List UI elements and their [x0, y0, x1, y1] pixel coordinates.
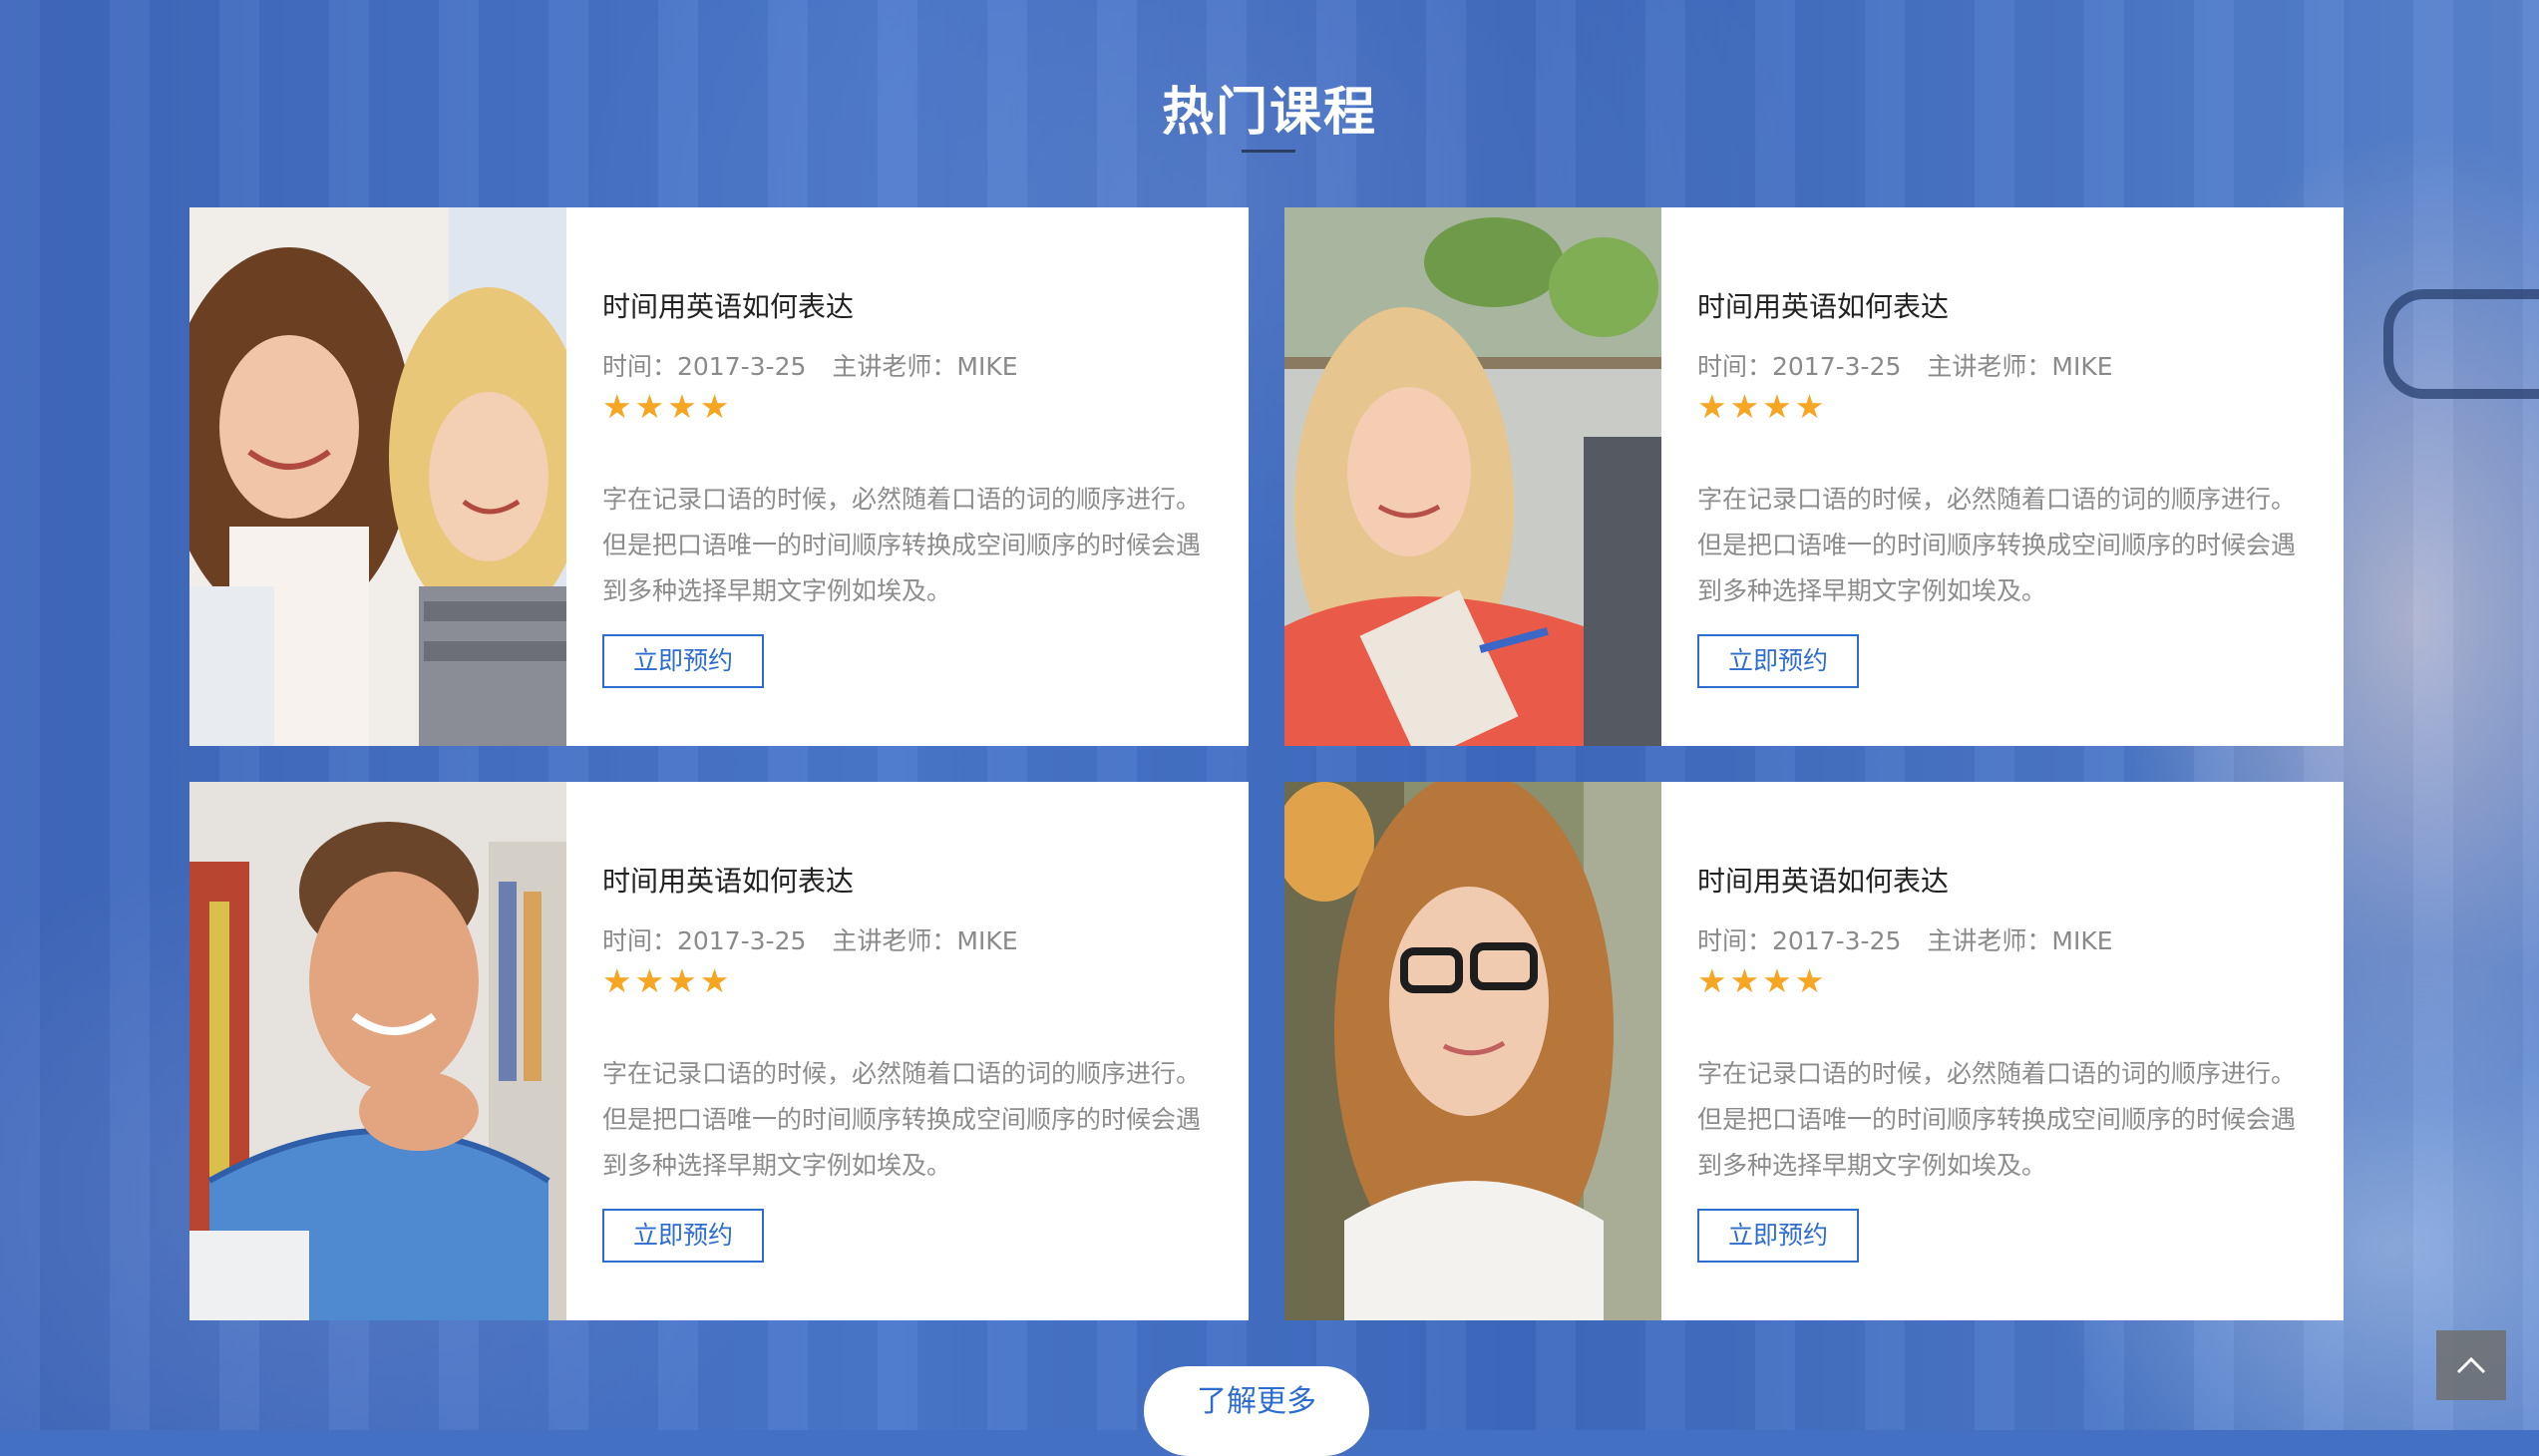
- star-rating-icons: ★★★★: [602, 961, 733, 1000]
- book-now-button[interactable]: 立即预约: [602, 634, 764, 688]
- course-time: 时间：2017-3-25: [602, 926, 807, 955]
- course-teacher: 主讲老师：MIKE: [1927, 352, 2113, 381]
- book-now-button[interactable]: 立即预约: [602, 1209, 764, 1263]
- course-card: 时间用英语如何表达 时间：2017-3-25 主讲老师：MIKE ★★★★ 字在记…: [189, 207, 1249, 746]
- course-info: 时间用英语如何表达 时间：2017-3-25 主讲老师：MIKE ★★★★ 字在记…: [1697, 782, 2316, 1320]
- course-photo: [189, 782, 566, 1320]
- course-meta: 时间：2017-3-25 主讲老师：MIKE: [1697, 347, 2113, 383]
- course-time: 时间：2017-3-25: [1697, 926, 1902, 955]
- course-title: 时间用英语如何表达: [1697, 865, 1950, 898]
- course-info: 时间用英语如何表达 时间：2017-3-25 主讲老师：MIKE ★★★★ 字在记…: [602, 782, 1221, 1320]
- course-photo: [189, 207, 566, 746]
- course-photo: [1284, 782, 1661, 1320]
- course-photo: [1284, 207, 1661, 746]
- course-title: 时间用英语如何表达: [602, 290, 855, 323]
- course-description: 字在记录口语的时候，必然随着口语的词的顺序进行。但是把口语唯一的时间顺序转换成空…: [602, 1059, 1202, 1180]
- section-title: 热门课程: [1161, 83, 1377, 143]
- course-meta: 时间：2017-3-25 主讲老师：MIKE: [1697, 921, 2113, 957]
- two-female-students-photo: [189, 207, 566, 746]
- course-teacher: 主讲老师：MIKE: [832, 926, 1018, 955]
- course-title: 时间用英语如何表达: [1697, 290, 1950, 323]
- course-card: 时间用英语如何表达 时间：2017-3-25 主讲老师：MIKE ★★★★ 字在记…: [189, 782, 1249, 1320]
- course-description: 字在记录口语的时候，必然随着口语的词的顺序进行。但是把口语唯一的时间顺序转换成空…: [1697, 1059, 2297, 1180]
- book-now-button[interactable]: 立即预约: [1697, 634, 1859, 688]
- woman-writing-photo: [1284, 207, 1661, 746]
- star-rating-icons: ★★★★: [1697, 961, 1828, 1000]
- course-card: 时间用英语如何表达 时间：2017-3-25 主讲老师：MIKE ★★★★ 字在记…: [1284, 782, 2344, 1320]
- course-card: 时间用英语如何表达 时间：2017-3-25 主讲老师：MIKE ★★★★ 字在记…: [1284, 207, 2344, 746]
- title-underline: [1242, 150, 1295, 153]
- course-info: 时间用英语如何表达 时间：2017-3-25 主讲老师：MIKE ★★★★ 字在记…: [602, 207, 1221, 746]
- course-teacher: 主讲老师：MIKE: [832, 352, 1018, 381]
- woman-with-glasses-photo: [1284, 782, 1661, 1320]
- back-to-top-button[interactable]: [2436, 1330, 2506, 1400]
- course-description: 字在记录口语的时候，必然随着口语的词的顺序进行。但是把口语唯一的时间顺序转换成空…: [1697, 485, 2297, 605]
- course-meta: 时间：2017-3-25 主讲老师：MIKE: [602, 921, 1018, 957]
- star-rating-icons: ★★★★: [1697, 387, 1828, 426]
- course-description: 字在记录口语的时候，必然随着口语的词的顺序进行。但是把口语唯一的时间顺序转换成空…: [602, 485, 1202, 605]
- course-meta: 时间：2017-3-25 主讲老师：MIKE: [602, 347, 1018, 383]
- learn-more-button[interactable]: 了解更多: [1144, 1366, 1369, 1456]
- course-teacher: 主讲老师：MIKE: [1927, 926, 2113, 955]
- smiling-man-photo: [189, 782, 566, 1320]
- course-info: 时间用英语如何表达 时间：2017-3-25 主讲老师：MIKE ★★★★ 字在记…: [1697, 207, 2316, 746]
- course-time: 时间：2017-3-25: [602, 352, 807, 381]
- course-time: 时间：2017-3-25: [1697, 352, 1902, 381]
- chevron-up-icon: [2456, 1356, 2486, 1374]
- book-now-button[interactable]: 立即预约: [1697, 1209, 1859, 1263]
- course-title: 时间用英语如何表达: [602, 865, 855, 898]
- star-rating-icons: ★★★★: [602, 387, 733, 426]
- background-glasses-detail: [2383, 289, 2539, 399]
